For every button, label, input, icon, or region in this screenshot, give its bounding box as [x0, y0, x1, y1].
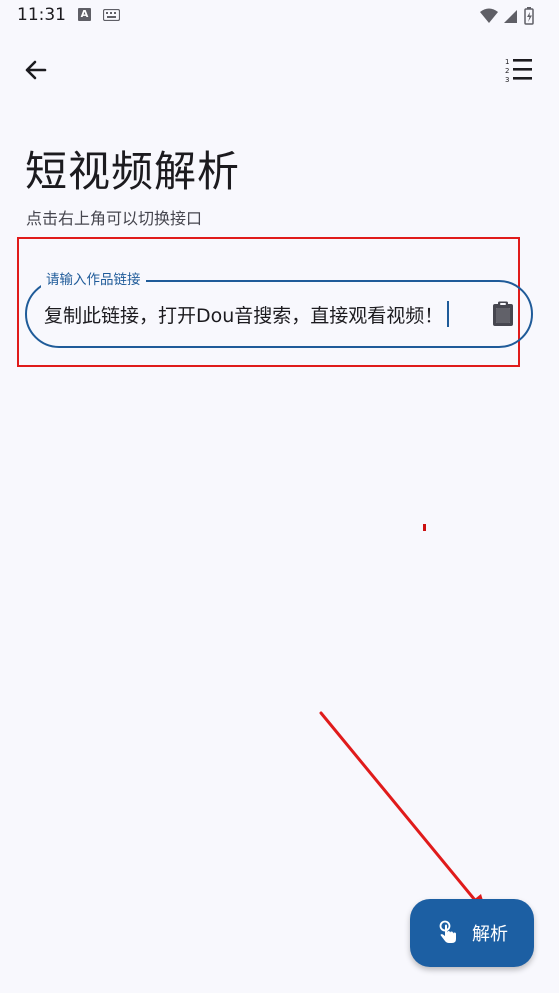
svg-text:2: 2 — [505, 67, 509, 75]
status-a-icon: A — [78, 8, 91, 21]
text-cursor — [447, 301, 450, 327]
url-input-value[interactable]: 复制此链接，打开Dou音搜索，直接观看视频！ — [44, 301, 443, 328]
status-bar: 11:31 A — [0, 0, 559, 32]
url-input-label: 请输入作品链接 — [41, 270, 146, 290]
page-subtitle: 点击右上角可以切换接口 — [26, 209, 203, 228]
status-system-icons — [480, 7, 534, 25]
signal-icon — [504, 10, 517, 23]
back-button[interactable] — [20, 54, 52, 86]
switch-api-menu-button[interactable]: 1 2 3 — [503, 55, 535, 87]
parse-button[interactable]: 解析 — [410, 899, 534, 967]
battery-icon — [524, 7, 534, 25]
touch-hand-icon — [439, 920, 456, 943]
page-title: 短视频解析 — [25, 147, 241, 196]
arrow-left-icon — [25, 60, 47, 80]
annotation-mark — [423, 524, 426, 531]
wifi-icon — [480, 8, 498, 23]
numbered-list-icon: 1 2 3 — [505, 58, 532, 84]
paste-button[interactable] — [489, 300, 517, 328]
video-url-input[interactable]: 请输入作品链接 复制此链接，打开Dou音搜索，直接观看视频！ — [25, 270, 533, 348]
parse-button-label: 解析 — [472, 924, 508, 945]
status-time: 11:31 — [17, 5, 66, 25]
clipboard-paste-icon — [493, 301, 513, 326]
keyboard-icon — [103, 9, 120, 21]
svg-text:1: 1 — [505, 58, 509, 66]
svg-text:3: 3 — [505, 76, 509, 84]
